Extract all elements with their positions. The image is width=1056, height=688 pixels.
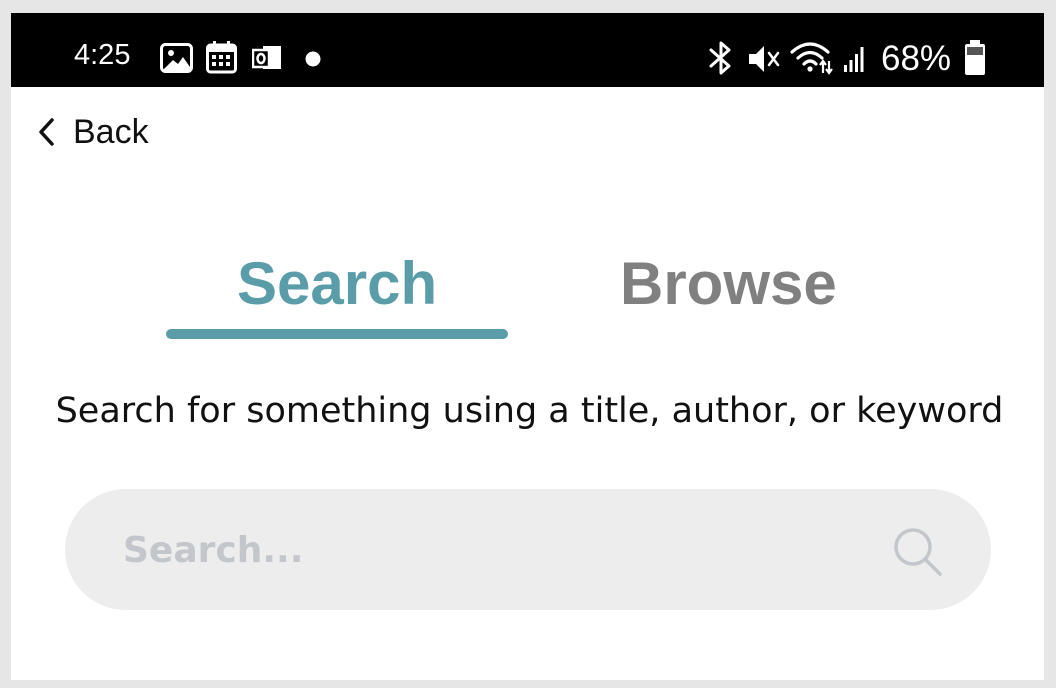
chevron-left-icon: [39, 118, 54, 146]
battery-percent: 68%: [881, 39, 952, 78]
back-label: Back: [73, 112, 149, 151]
wifi-icon: [790, 42, 833, 75]
search-bar[interactable]: [65, 489, 991, 610]
search-icon[interactable]: [891, 525, 947, 581]
search-instruction: Search for something using a title, auth…: [55, 391, 1004, 431]
gallery-icon: [160, 43, 193, 73]
battery-icon: [965, 40, 985, 75]
bluetooth-icon: [709, 41, 731, 75]
outlook-icon: [252, 46, 281, 69]
mute-icon: [749, 46, 780, 72]
active-tab-indicator: [166, 329, 508, 339]
signal-icon: [844, 47, 864, 72]
calendar-icon: [206, 41, 237, 74]
tab-search[interactable]: Search: [237, 251, 437, 317]
notification-dot-icon: [305, 51, 321, 67]
tab-browse[interactable]: Browse: [620, 251, 837, 317]
back-button[interactable]: Back: [35, 111, 149, 153]
search-input[interactable]: [121, 519, 885, 581]
status-bar: 4:25 68%: [11, 13, 1044, 87]
app-screen: 4:25 68% Back Search Browse Search for s…: [11, 13, 1044, 680]
status-time: 4:25: [74, 39, 131, 71]
